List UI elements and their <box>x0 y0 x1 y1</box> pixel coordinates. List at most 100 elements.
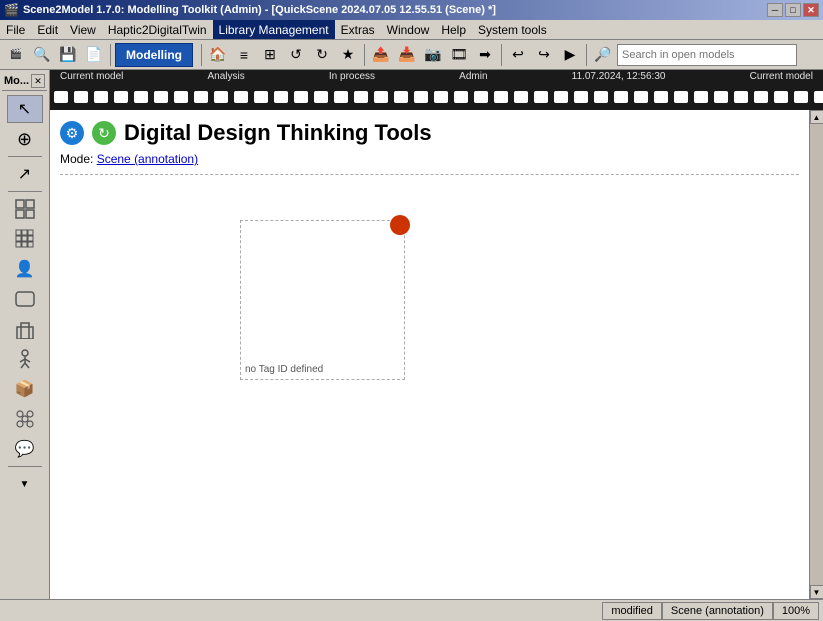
mode-link[interactable]: Scene (annotation) <box>97 152 198 166</box>
toolbar-sep-1 <box>110 44 111 66</box>
film-hole <box>194 91 208 103</box>
tool-expand[interactable]: ▼ <box>7 470 43 498</box>
toolbar-undo[interactable]: ↩ <box>506 43 530 67</box>
toolbar-import[interactable]: 📥 <box>395 43 419 67</box>
canvas-area: Current model Analysis In process Admin … <box>50 70 823 599</box>
film-hole <box>214 91 228 103</box>
film-hole <box>474 91 488 103</box>
toolbar-more[interactable]: ▶ <box>558 43 582 67</box>
toolbar-refresh2[interactable]: ↻ <box>310 43 334 67</box>
tool-rect[interactable] <box>7 285 43 313</box>
tool-select[interactable]: ↖ <box>7 95 43 123</box>
film-hole <box>794 91 808 103</box>
scroll-up-arrow[interactable]: ▲ <box>810 110 823 124</box>
film-hole <box>254 91 268 103</box>
film-analysis: Analysis <box>208 71 245 82</box>
tool-building[interactable] <box>7 315 43 343</box>
film-admin: Admin <box>459 71 487 82</box>
toolbar-list[interactable]: ≡ <box>232 43 256 67</box>
film-hole <box>134 91 148 103</box>
menu-window[interactable]: Window <box>381 20 436 39</box>
toolbar-binoculars[interactable]: 🔎 <box>591 43 615 67</box>
film-hole <box>114 91 128 103</box>
tool-grid-large[interactable] <box>7 195 43 223</box>
toolbar-sep-3 <box>364 44 365 66</box>
film-hole <box>454 91 468 103</box>
menu-haptic[interactable]: Haptic2DigitalTwin <box>102 20 213 39</box>
film-hole <box>594 91 608 103</box>
status-modified: modified <box>602 602 662 620</box>
film-hole <box>734 91 748 103</box>
tool-grid-small[interactable] <box>7 225 43 253</box>
page-icon-settings: ⚙ <box>60 121 84 145</box>
tool-speech[interactable]: 💬 <box>7 435 43 463</box>
scroll-down-arrow[interactable]: ▼ <box>810 585 823 599</box>
tag-element[interactable]: no Tag ID defined <box>240 220 405 380</box>
tool-figure[interactable] <box>7 345 43 373</box>
dashed-separator <box>60 174 799 175</box>
toolbox-close-button[interactable]: ✕ <box>31 74 45 88</box>
film-hole <box>774 91 788 103</box>
toolbar-film[interactable]: 🎞 <box>447 43 471 67</box>
toolbar-camera[interactable]: 📷 <box>421 43 445 67</box>
scroll-track-right[interactable] <box>810 124 823 585</box>
menu-help[interactable]: Help <box>435 20 472 39</box>
toolbar-refresh1[interactable]: ↺ <box>284 43 308 67</box>
film-timestamp: 11.07.2024, 12:56:30 <box>572 71 666 82</box>
restore-button[interactable]: □ <box>785 3 801 17</box>
tool-sep-2 <box>8 191 42 192</box>
menu-bar: File Edit View Haptic2DigitalTwin Librar… <box>0 20 823 40</box>
menu-extras[interactable]: Extras <box>335 20 381 39</box>
minimize-button[interactable]: ─ <box>767 3 783 17</box>
toolbar-grid[interactable]: ⊞ <box>258 43 282 67</box>
film-hole <box>534 91 548 103</box>
tool-sep-1 <box>8 156 42 157</box>
film-hole <box>574 91 588 103</box>
film-hole <box>614 91 628 103</box>
film-hole <box>174 91 188 103</box>
tool-box3d[interactable]: 📦 <box>7 375 43 403</box>
toolbar-redo[interactable]: ↪ <box>532 43 556 67</box>
tool-crosshair[interactable]: ⊕ <box>7 125 43 153</box>
menu-view[interactable]: View <box>64 20 102 39</box>
menu-system[interactable]: System tools <box>472 20 553 39</box>
film-hole <box>674 91 688 103</box>
tool-cluster[interactable] <box>7 405 43 433</box>
film-current-model-2: Current model <box>750 71 813 82</box>
page-title-row: ⚙ ↻ Digital Design Thinking Tools <box>60 120 799 146</box>
film-hole <box>154 91 168 103</box>
film-hole <box>414 91 428 103</box>
menu-edit[interactable]: Edit <box>31 20 64 39</box>
close-button[interactable]: ✕ <box>803 3 819 17</box>
tool-person[interactable]: 👤 <box>7 255 43 283</box>
film-hole <box>54 91 68 103</box>
toolbar-star[interactable]: ★ <box>336 43 360 67</box>
film-hole <box>234 91 248 103</box>
toolbar-btn-2[interactable]: 💾 <box>56 43 80 67</box>
toolbox-header: Mo... ✕ <box>2 74 47 91</box>
page-icon-refresh: ↻ <box>92 121 116 145</box>
menu-library[interactable]: Library Management <box>213 20 335 39</box>
toolbar-icon-small[interactable]: 🎬 <box>4 43 28 67</box>
film-hole <box>394 91 408 103</box>
status-zoom: 100% <box>773 602 819 620</box>
title-bar-controls[interactable]: ─ □ ✕ <box>767 3 819 17</box>
film-hole <box>814 91 823 103</box>
film-hole <box>94 91 108 103</box>
toolbar-btn-1[interactable]: 🔍 <box>30 43 54 67</box>
tool-arrow[interactable]: ↗ <box>7 160 43 188</box>
toolbar-sep-4 <box>501 44 502 66</box>
tag-dot <box>390 215 410 235</box>
toolbar-btn-3[interactable]: 📄 <box>82 43 106 67</box>
toolbar: 🎬 🔍 💾 📄 Modelling 🏠 ≡ ⊞ ↺ ↻ ★ 📤 📥 📷 🎞 ➡ … <box>0 40 823 70</box>
film-hole <box>274 91 288 103</box>
toolbox: Mo... ✕ ↖ ⊕ ↗ 👤 📦 <box>0 70 50 599</box>
toolbar-arrow-r[interactable]: ➡ <box>473 43 497 67</box>
toolbar-home[interactable]: 🏠 <box>206 43 230 67</box>
menu-file[interactable]: File <box>0 20 31 39</box>
film-hole <box>554 91 568 103</box>
toolbar-export[interactable]: 📤 <box>369 43 393 67</box>
status-scene: Scene (annotation) <box>662 602 773 620</box>
search-input[interactable] <box>617 44 797 66</box>
modelling-button[interactable]: Modelling <box>115 43 193 67</box>
